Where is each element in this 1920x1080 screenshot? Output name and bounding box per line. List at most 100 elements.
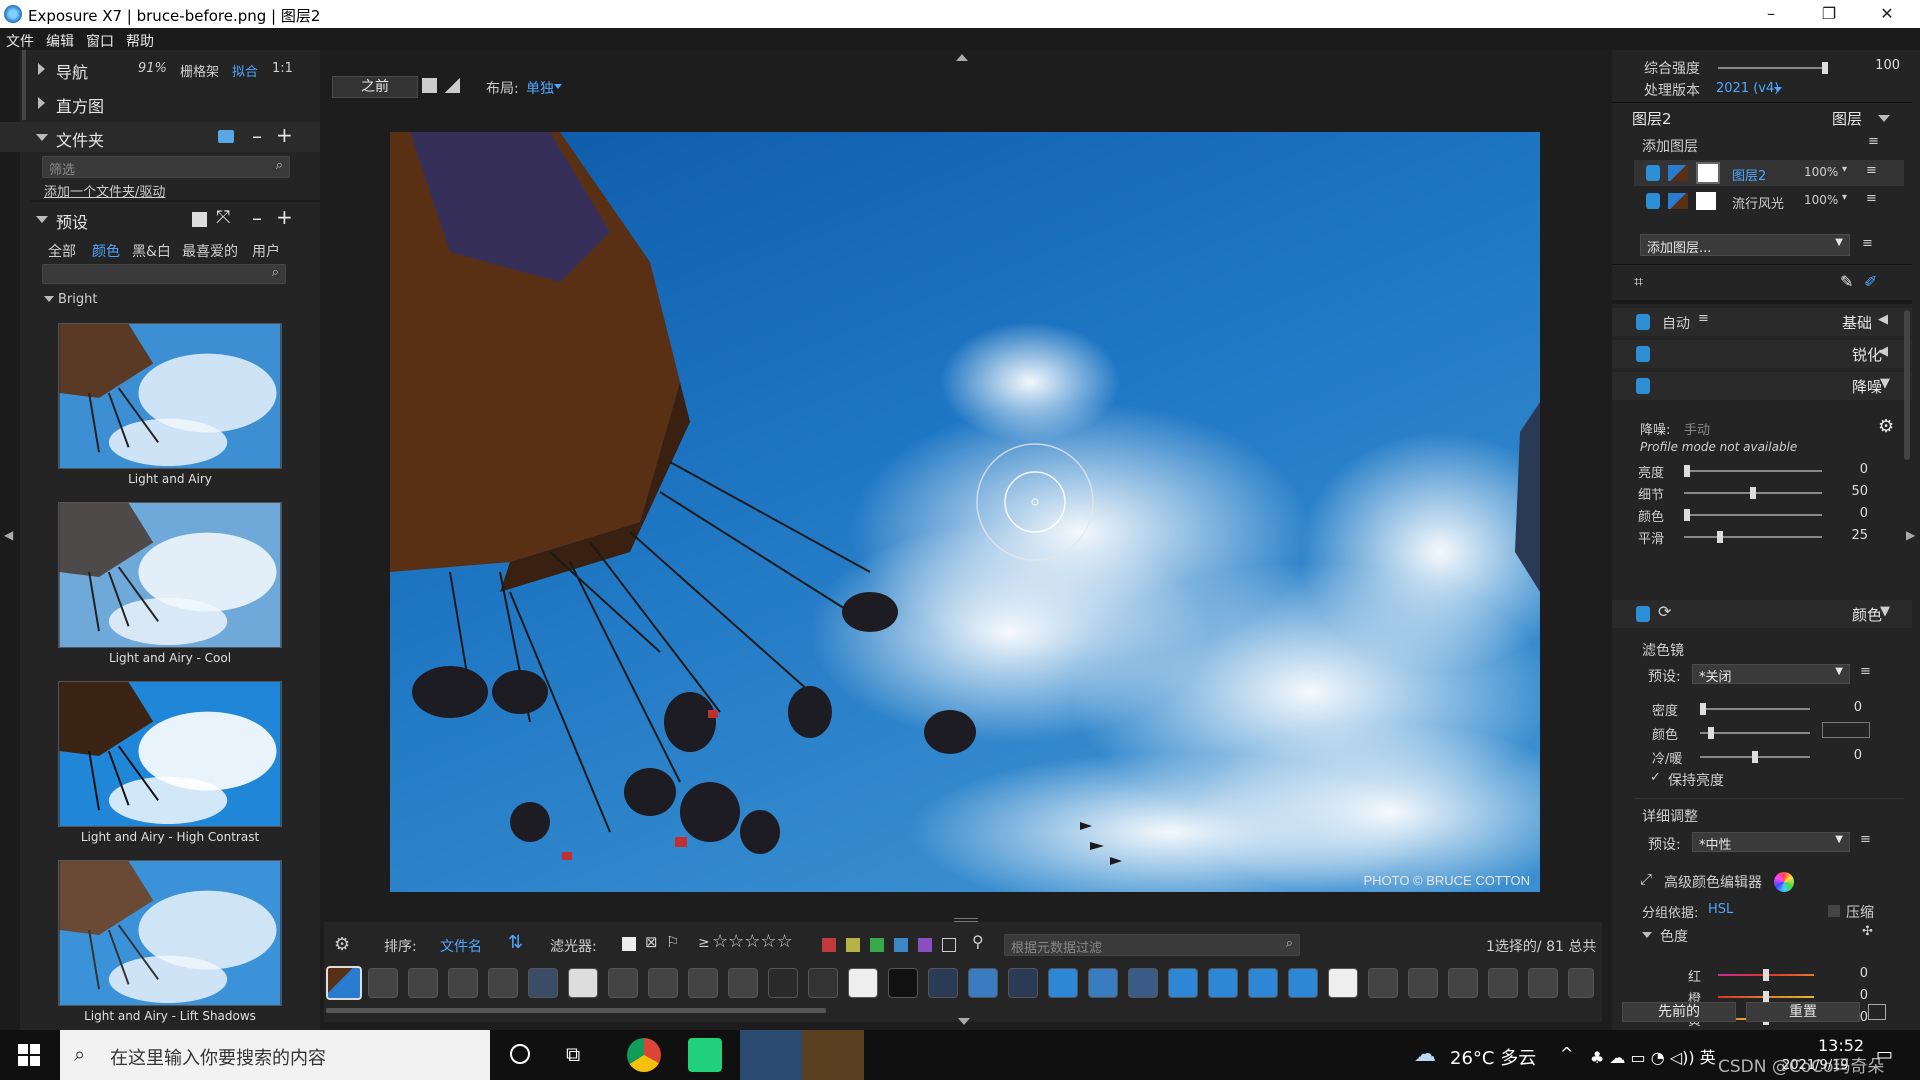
slider-knob[interactable] — [1822, 62, 1828, 74]
sort-direction-icon[interactable]: ⇅ — [508, 932, 523, 953]
restore-button[interactable]: ❐ — [1800, 0, 1858, 28]
layer-opacity[interactable]: 100% — [1804, 165, 1838, 179]
filmstrip-thumbnail[interactable] — [1328, 968, 1358, 998]
preset-thumbnail[interactable] — [58, 681, 282, 827]
layer-row[interactable]: 流行风光 100% ▾ ≡ — [1634, 188, 1904, 214]
close-button[interactable]: ✕ — [1858, 0, 1916, 28]
layer-toggle[interactable] — [1646, 193, 1660, 209]
collapse-left-panel-icon[interactable]: ◀ — [4, 528, 13, 542]
slider-track[interactable] — [1684, 465, 1822, 477]
layer-name[interactable]: 流行风光 — [1732, 193, 1784, 212]
slider-track[interactable] — [1718, 969, 1814, 981]
sort-dropdown[interactable]: 文件名 — [440, 936, 482, 956]
chevron-down-icon[interactable] — [1878, 115, 1890, 122]
auto-toggle[interactable] — [1636, 314, 1650, 330]
layer-row-selected[interactable]: 图层2 100% ▾ ≡ — [1634, 160, 1904, 186]
advanced-color-editor-label[interactable]: 高级颜色编辑器 — [1664, 872, 1762, 892]
panel-resize-handle[interactable] — [1612, 300, 1912, 304]
refresh-icon[interactable]: ⟳ — [1658, 602, 1671, 621]
collapse-all-icon[interactable]: ⤧ — [216, 207, 230, 228]
slider-knob[interactable] — [1700, 703, 1706, 715]
compare-icon[interactable] — [444, 78, 460, 93]
filmstrip-thumbnail[interactable] — [728, 968, 758, 998]
reset-button[interactable]: 重置 — [1746, 1002, 1860, 1022]
filmstrip-thumbnail[interactable] — [568, 968, 598, 998]
grid-button[interactable]: 栅格架 — [180, 61, 219, 80]
slider-track[interactable] — [1684, 487, 1822, 499]
auto-menu-icon[interactable]: ≡ — [1698, 311, 1709, 326]
slider-track[interactable] — [1684, 509, 1822, 521]
right-scrollbar[interactable] — [1904, 310, 1910, 460]
filter-color-swatch[interactable] — [1822, 722, 1870, 738]
auto-label[interactable]: 自动 — [1662, 313, 1690, 333]
menu-file[interactable]: 文件 — [6, 31, 34, 51]
add-layer-dropdown[interactable]: 添加图层... ▼ — [1640, 234, 1850, 256]
section-color[interactable]: ⟳ 颜色 ▼ — [1612, 600, 1912, 628]
remove-preset-button[interactable]: – — [252, 206, 262, 230]
task-view-icon[interactable]: ⧉ — [566, 1042, 580, 1066]
color-wheel-icon[interactable] — [1774, 872, 1794, 892]
filmstrip-thumbnail[interactable] — [1288, 968, 1318, 998]
flag-unflagged-icon[interactable]: ⚐ — [666, 933, 679, 951]
slider-track[interactable] — [1700, 751, 1810, 763]
slider-knob[interactable] — [1708, 727, 1715, 739]
layer-menu-icon[interactable]: ≡ — [1866, 163, 1877, 178]
chrome-icon[interactable] — [627, 1038, 661, 1072]
detail-preset-dropdown[interactable]: *中性 ▼ — [1692, 832, 1850, 853]
app-taskbar-icon[interactable] — [802, 1030, 864, 1080]
layer-opacity[interactable]: 100% — [1804, 193, 1838, 207]
filter-preset-dropdown[interactable]: *关闭 ▼ — [1692, 664, 1850, 685]
layer-mask[interactable] — [1696, 192, 1716, 210]
filmstrip-thumbnail[interactable] — [528, 968, 558, 998]
preset-tab-favorites[interactable]: 最喜爱的 — [182, 241, 238, 261]
layer-mask[interactable] — [1696, 162, 1720, 184]
section-basic[interactable]: 自动 ≡ 基础 ◀ — [1612, 308, 1912, 336]
preset-search-input[interactable]: ⌕ — [42, 264, 286, 284]
filter-menu-icon[interactable]: ≡ — [1860, 664, 1871, 679]
filmstrip-thumbnail[interactable] — [1008, 968, 1038, 998]
layer-name[interactable]: 图层2 — [1732, 165, 1766, 184]
slider-knob[interactable] — [1717, 531, 1723, 543]
folder-icon[interactable] — [218, 130, 234, 143]
expand-icon[interactable]: ⤢ — [1640, 870, 1652, 888]
filmstrip-thumbnail[interactable] — [448, 968, 478, 998]
preset-tab-all[interactable]: 全部 — [48, 241, 76, 261]
filmstrip-thumbnail[interactable] — [1168, 968, 1198, 998]
filmstrip-thumbnail[interactable] — [1368, 968, 1398, 998]
main-photo[interactable]: PHOTO © BRUCE COTTON — [390, 132, 1540, 892]
slider-knob[interactable] — [1752, 751, 1758, 763]
color-swatch-yellow[interactable] — [846, 938, 860, 952]
camtasia-icon[interactable] — [688, 1038, 722, 1072]
exposure-taskbar-icon[interactable] — [740, 1030, 802, 1080]
taskbar-search-input[interactable]: ⌕ 在这里输入你要搜索的内容 — [60, 1030, 490, 1080]
windows-start-icon[interactable] — [18, 1044, 40, 1066]
before-button[interactable]: 之前 — [332, 76, 418, 98]
filmstrip-thumbnail[interactable] — [1408, 968, 1438, 998]
crop-icon[interactable]: ⌗ — [1634, 272, 1643, 292]
filmstrip-thumbnail[interactable] — [968, 968, 998, 998]
gear-icon[interactable]: ⚙ — [1878, 416, 1894, 437]
filmstrip-thumbnail[interactable] — [1488, 968, 1518, 998]
layer-menu-icon[interactable]: ≡ — [1866, 191, 1877, 206]
weather-icon[interactable]: ☁ — [1414, 1042, 1436, 1067]
previous-button[interactable]: 先前的 — [1622, 1002, 1736, 1022]
keep-brightness-label[interactable]: 保持亮度 — [1668, 770, 1724, 790]
flag-reject-icon[interactable]: ⊠ — [645, 933, 658, 951]
slider-track[interactable] — [1700, 703, 1810, 715]
filmstrip-thumbnail[interactable] — [928, 968, 958, 998]
folders-row[interactable]: 文件夹 – + — [0, 122, 320, 152]
overall-strength-slider[interactable] — [1718, 62, 1828, 74]
filmstrip-thumbnail[interactable] — [688, 968, 718, 998]
histogram-row[interactable]: 直方图 — [0, 88, 320, 118]
fit-button[interactable]: 拟合 — [232, 61, 258, 80]
layers-menu-icon[interactable]: ≡ — [1868, 134, 1879, 149]
filmstrip-thumbnail[interactable] — [768, 968, 798, 998]
add-preset-button[interactable]: + — [276, 205, 293, 229]
notification-icon[interactable]: ▭ — [1876, 1044, 1893, 1065]
navigator-row[interactable]: 导航 91% 栅格架 拟合 1:1 — [0, 54, 320, 84]
slider-knob[interactable] — [1684, 509, 1690, 521]
filmstrip-thumbnail[interactable] — [1048, 968, 1078, 998]
color-swatch-blue[interactable] — [894, 938, 908, 952]
filmstrip-thumbnail[interactable] — [1208, 968, 1238, 998]
filmstrip-thumbnail[interactable] — [368, 968, 398, 998]
